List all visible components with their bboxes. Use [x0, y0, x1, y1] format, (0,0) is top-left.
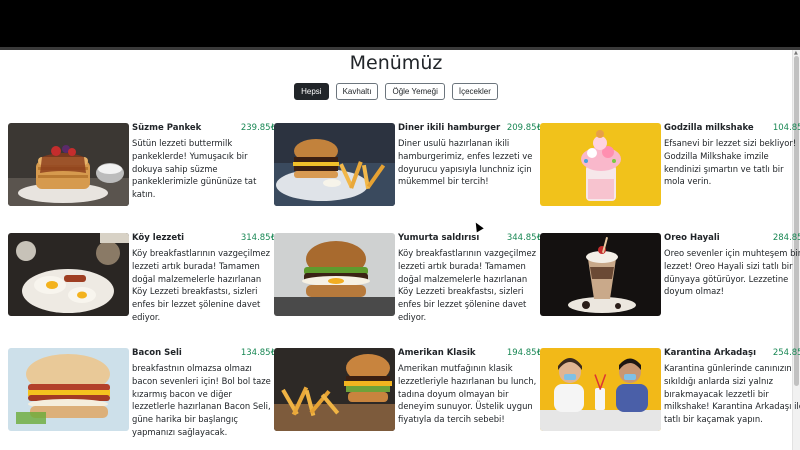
menu-item-image-milkshake — [540, 123, 661, 206]
menu-item-description: breakfastnın olmazsa olmazı bacon sevenl… — [132, 363, 271, 437]
menu-item-price: 344.85₺ — [506, 233, 542, 243]
browser-top-bar — [0, 0, 800, 47]
menu-item-name: Yumurta saldırısı — [398, 233, 480, 243]
menu-item-price: 194.85₺ — [506, 348, 542, 358]
menu-item-name: Oreo Hayali — [664, 233, 720, 243]
menu-item-name: Süzme Pankek — [132, 123, 202, 133]
menu-item-image-pancakes — [8, 123, 129, 206]
menu-item-description: Köy breakfastlarının vazgeçilmez lezzeti… — [132, 248, 271, 322]
scrollbar-thumb[interactable] — [794, 56, 799, 386]
page-title: Menümüz — [349, 52, 443, 74]
menu-item-description: Karantina günlerinde canınızın sıkıldığı… — [664, 363, 800, 425]
menu-item-description: Efsanevi bir lezzet sizi bekliyor! Godzi… — [664, 138, 797, 187]
filter-drinks-button[interactable]: İçecekler — [451, 83, 498, 100]
menu-item-name: Diner ikili hamburger — [398, 123, 501, 133]
menu-item-price: 134.85₺ — [240, 348, 276, 358]
menu-item-card[interactable]: Amerikan Klasik 194.85₺ Amerikan mutfağı… — [274, 348, 544, 438]
menu-item-name: Köy lezzeti — [132, 233, 185, 243]
top-bar-edge — [0, 47, 800, 50]
filter-lunch-button[interactable]: Öğle Yemeği — [385, 83, 445, 100]
menu-item-name: Bacon Seli — [132, 348, 182, 358]
menu-item-image-egg-burger — [274, 233, 395, 316]
menu-item-card[interactable]: Bacon Seli 134.85₺ breakfastnın olmazsa … — [8, 348, 278, 438]
menu-item-card[interactable]: Oreo Hayali 284.85₺ Oreo sevenler için m… — [540, 233, 800, 323]
menu-item-card[interactable]: Yumurta saldırısı 344.85₺ Köy breakfastl… — [274, 233, 544, 323]
menu-item-card[interactable]: Diner ikili hamburger 209.85₺ Diner usul… — [274, 123, 544, 213]
menu-item-price: 104.85₺ — [772, 123, 800, 133]
menu-item-price: 239.85₺ — [240, 123, 276, 133]
menu-item-image-oreo-shake — [540, 233, 661, 316]
mouse-cursor-icon — [472, 220, 484, 233]
menu-item-price: 209.85₺ — [506, 123, 542, 133]
menu-item-description: Amerikan mutfağının klasik lezzetleriyle… — [398, 363, 537, 425]
menu-item-name: Godzilla milkshake — [664, 123, 754, 133]
menu-item-image-village-breakfast — [8, 233, 129, 316]
menu-item-price: 314.85₺ — [240, 233, 276, 243]
menu-item-card[interactable]: Köy lezzeti 314.85₺ Köy breakfastlarının… — [8, 233, 278, 323]
category-filters: Hepsi Kavhaltı Öğle Yemeği İçecekler — [0, 83, 792, 100]
filter-all-button[interactable]: Hepsi — [294, 83, 329, 100]
menu-item-description: Oreo sevenler için muhteşem bir lezzet! … — [664, 248, 800, 297]
menu-item-description: Sütün lezzeti buttermilk pankeklerde! Yu… — [132, 138, 257, 200]
menu-item-image-burger-fries — [274, 348, 395, 431]
menu-item-card[interactable]: Godzilla milkshake 104.85₺ Efsanevi bir … — [540, 123, 800, 213]
menu-item-description: Diner usulü hazırlanan ikili hamburgerim… — [398, 138, 533, 187]
menu-item-name: Amerikan Klasik — [398, 348, 476, 358]
menu-item-name: Karantina Arkadaşı — [664, 348, 756, 358]
menu-item-image-bacon-sandwich — [8, 348, 129, 431]
menu-item-description: Köy breakfastlarının vazgeçilmez lezzeti… — [398, 248, 537, 322]
menu-item-price: 284.85₺ — [772, 233, 800, 243]
menu-item-price: 254.85₺ — [772, 348, 800, 358]
menu-item-image-quarantine-shake — [540, 348, 661, 431]
filter-breakfast-button[interactable]: Kavhaltı — [335, 83, 379, 100]
menu-item-card[interactable]: Süzme Pankek 239.85₺ Sütün lezzeti butte… — [8, 123, 278, 213]
menu-item-image-hamburger — [274, 123, 395, 206]
menu-item-card[interactable]: Karantina Arkadaşı 254.85₺ Karantina gün… — [540, 348, 800, 438]
